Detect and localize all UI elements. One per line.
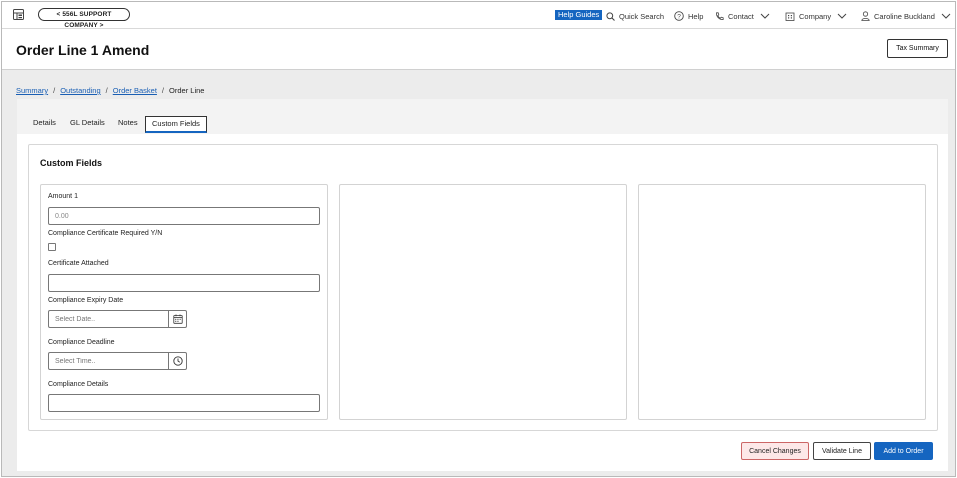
company-menu[interactable]: Company [785,10,851,22]
clock-icon[interactable] [168,353,186,369]
chevron-down-icon [760,13,770,19]
tab-details[interactable]: Details [27,116,62,133]
page-header: Order Line 1 Amend Tax Summary [2,29,955,70]
breadcrumb-separator: / [53,86,56,95]
expiry-date-input[interactable] [49,311,169,327]
fields-column-1: Amount 1 Compliance Certificate Required… [40,184,328,420]
tax-summary-button[interactable]: Tax Summary [887,39,948,58]
question-circle-icon: ? [674,11,684,21]
chevron-down-icon [837,13,847,19]
help-guides-link[interactable]: Help Guides [555,10,603,20]
amount1-label: Amount 1 [48,193,78,200]
section-title: Custom Fields [40,158,103,168]
cert-required-checkbox[interactable] [48,243,56,251]
user-menu[interactable]: Caroline Buckland [861,10,955,22]
breadcrumb-separator: / [105,86,108,95]
cert-attached-label: Certificate Attached [48,260,109,267]
tab-custom-fields[interactable]: Custom Fields [145,116,207,133]
deadline-input[interactable] [49,353,169,369]
expiry-date-picker [48,310,187,328]
cancel-changes-button[interactable]: Cancel Changes [741,442,809,460]
help-link[interactable]: ? Help [674,10,703,22]
expiry-date-label: Compliance Expiry Date [48,297,124,304]
search-icon [606,11,615,21]
tab-notes[interactable]: Notes [112,116,144,133]
chevron-down-icon [941,13,951,19]
company-label: Company [799,11,832,21]
add-to-order-button[interactable]: Add to Order [874,442,933,460]
app-grid-icon[interactable] [13,9,24,20]
cert-attached-input[interactable] [48,274,320,292]
fields-column-3 [638,184,926,420]
app-window: < 556L SUPPORT COMPANY > Help Guides Qui… [1,1,956,477]
user-icon [861,11,870,21]
svg-text:?: ? [677,13,681,20]
breadcrumb-current: Order Line [169,86,205,95]
quick-search-link[interactable]: Quick Search [606,10,664,22]
breadcrumb-order-basket[interactable]: Order Basket [113,86,157,95]
breadcrumb-outstanding[interactable]: Outstanding [60,86,100,95]
main-content: Details GL Details Notes Custom Fields C… [17,99,948,471]
fields-column-2 [339,184,627,420]
breadcrumb-separator: / [161,86,165,95]
top-bar: < 556L SUPPORT COMPANY > Help Guides Qui… [2,2,955,29]
tab-bar: Details GL Details Notes Custom Fields [17,99,948,134]
contact-label: Contact [728,11,754,21]
calendar-icon[interactable] [168,311,186,327]
deadline-label: Compliance Deadline [48,339,115,346]
page-title: Order Line 1 Amend [16,42,150,58]
details-label: Compliance Details [48,381,109,388]
custom-fields-panel: Custom Fields Amount 1 Compliance Certif… [28,144,938,431]
cert-required-label: Compliance Certificate Required Y/N [48,230,163,237]
validate-line-button[interactable]: Validate Line [813,442,871,460]
details-input[interactable] [48,394,320,412]
breadcrumb-summary[interactable]: Summary [16,86,48,95]
amount1-input[interactable] [48,207,320,225]
contact-menu[interactable]: Contact [715,10,774,22]
building-icon [785,12,795,21]
company-selector[interactable]: < 556L SUPPORT COMPANY > [38,8,130,29]
tab-gl-details[interactable]: GL Details [64,116,111,133]
phone-icon [716,11,724,20]
deadline-picker [48,352,187,370]
breadcrumb: Summary / Outstanding / Order Basket / O… [16,86,204,95]
help-label: Help [688,11,704,21]
user-name: Caroline Buckland [874,11,935,21]
quick-search-label: Quick Search [619,11,665,21]
